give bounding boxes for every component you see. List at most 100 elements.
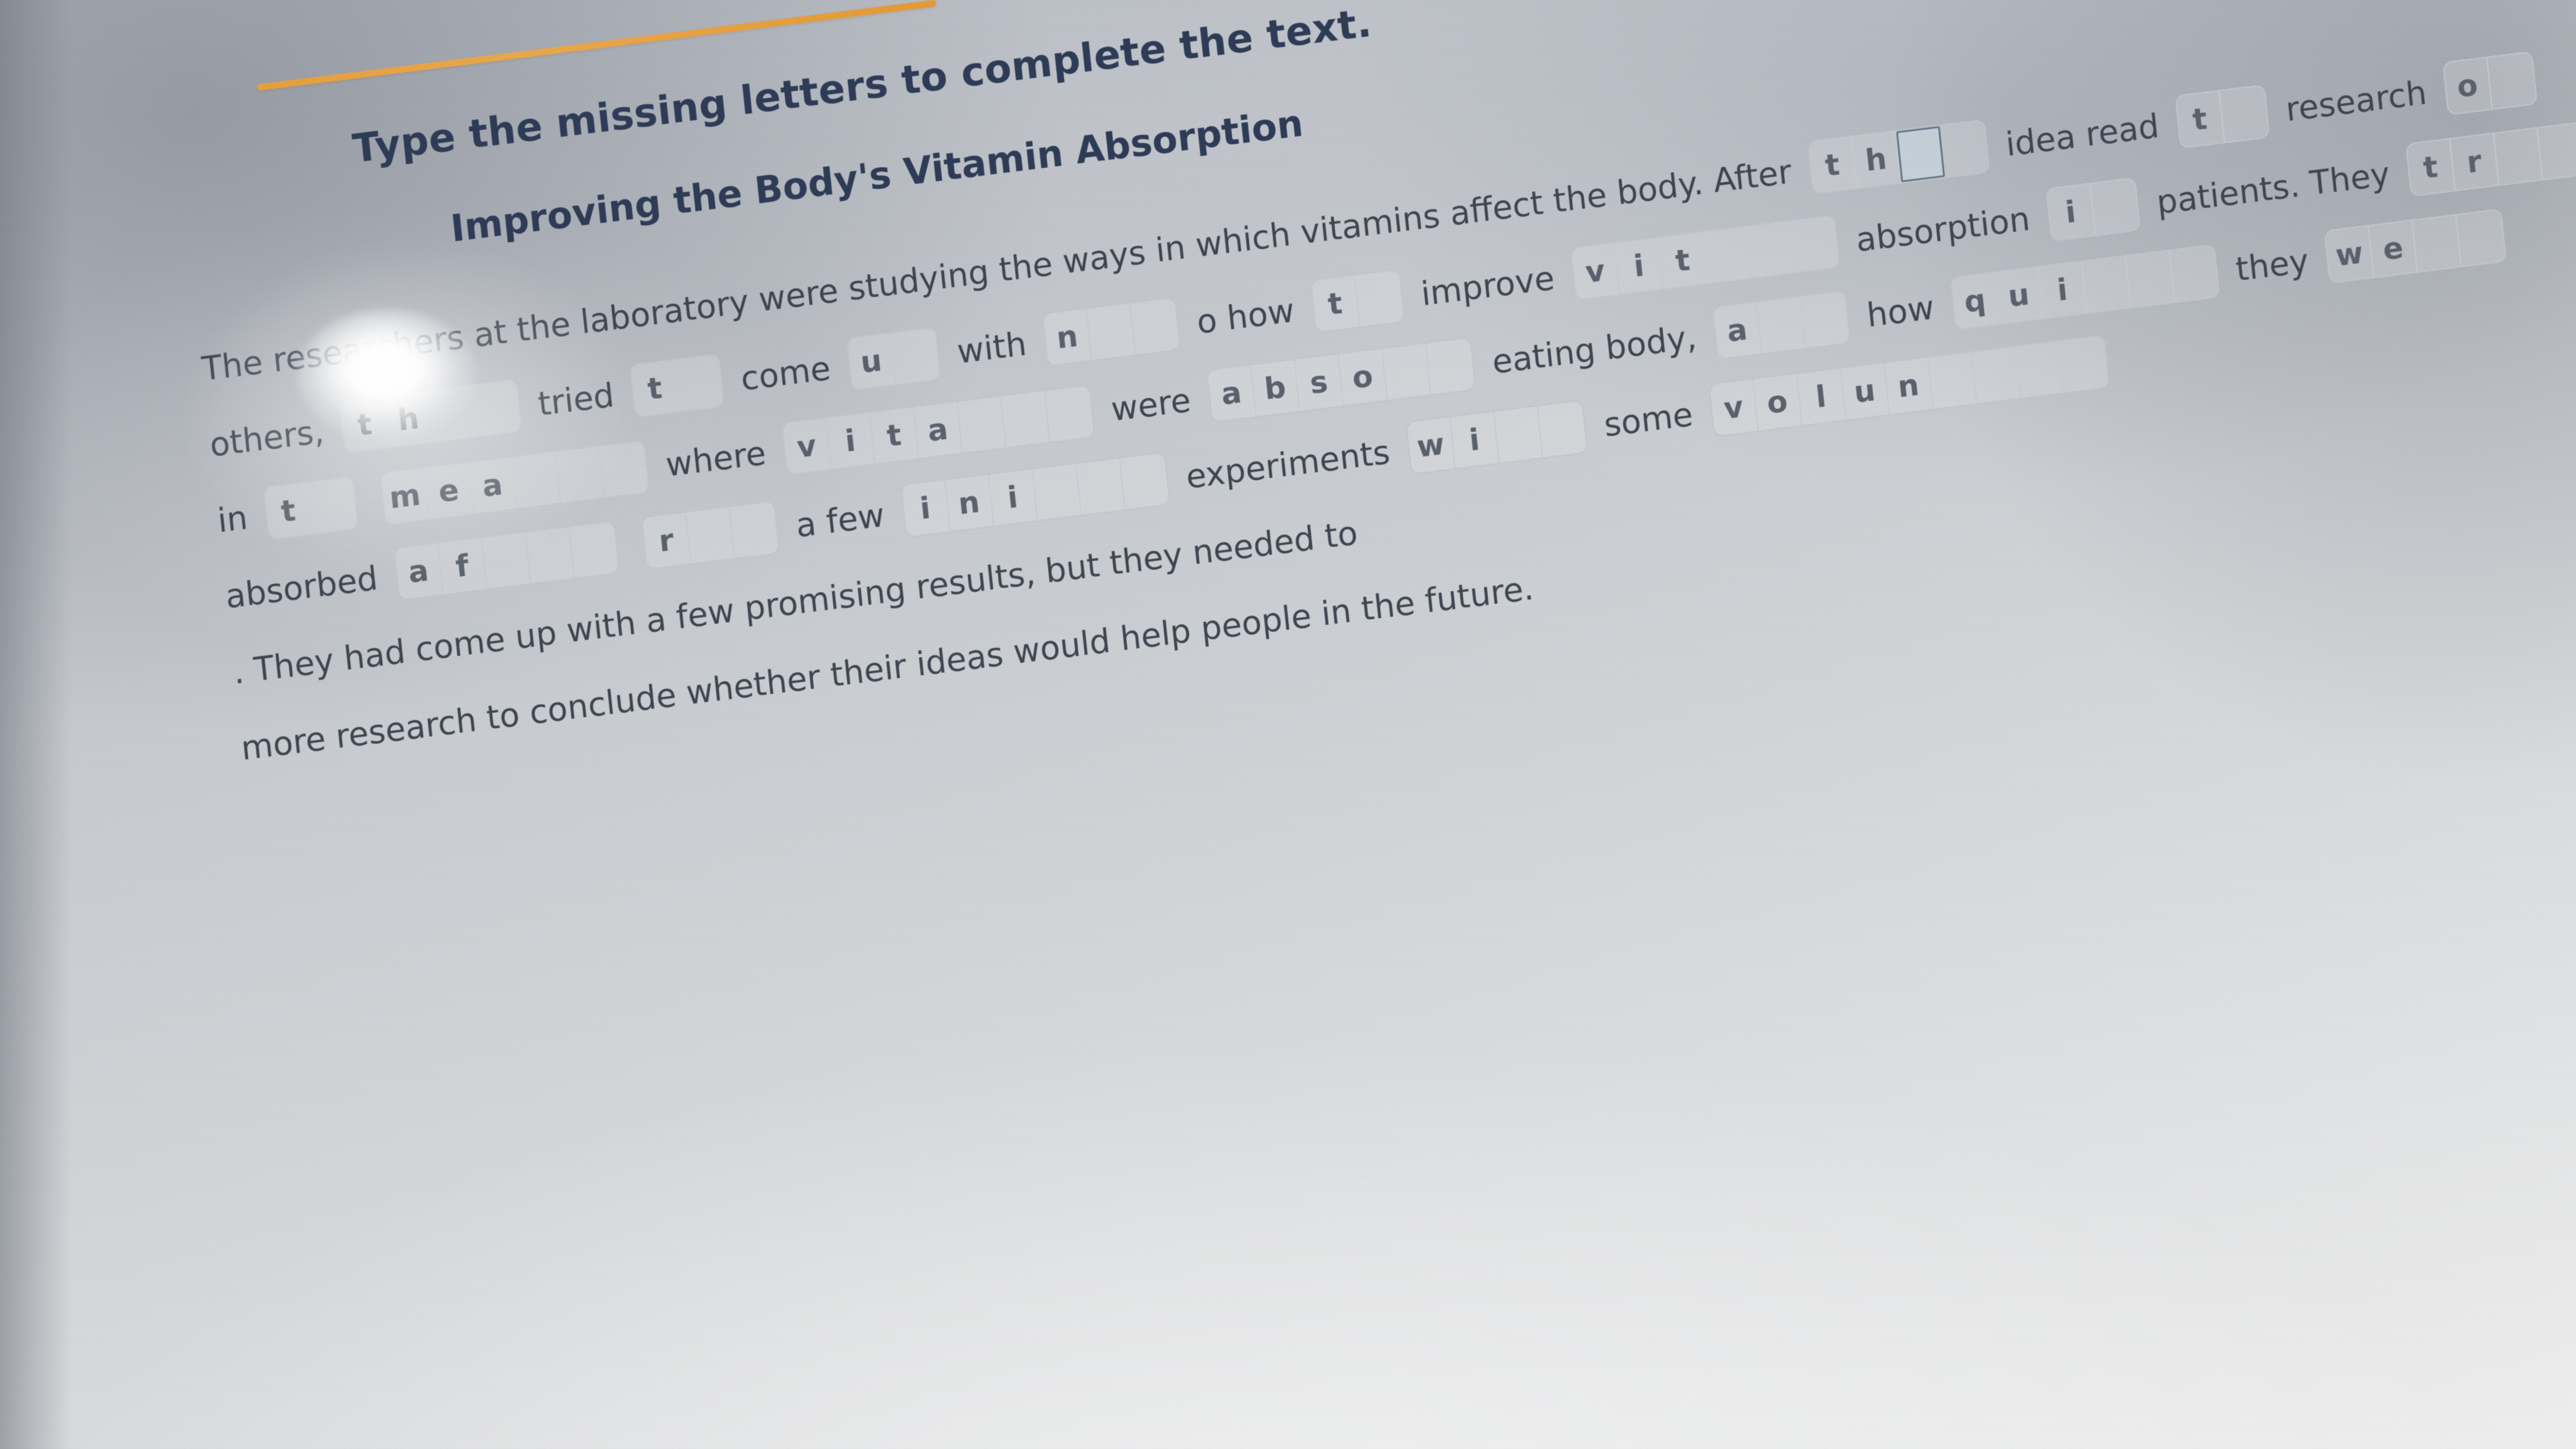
letter-cell-filled[interactable]: n <box>945 474 994 532</box>
letter-cell-filled[interactable]: b <box>1251 360 1301 417</box>
letter-input-group[interactable]: u <box>846 326 942 391</box>
letter-input-group[interactable]: t <box>629 353 725 419</box>
letter-cell-filled[interactable]: a <box>1207 365 1257 422</box>
letter-cell-empty[interactable] <box>1426 338 1475 395</box>
letter-cell-filled[interactable]: i <box>826 413 876 469</box>
letter-cell-empty[interactable] <box>1076 458 1126 515</box>
letter-cell-filled[interactable]: t <box>1659 232 1708 289</box>
letter-input-group[interactable]: t <box>1310 268 1406 333</box>
letter-cell-empty[interactable] <box>2413 215 2462 271</box>
letter-cell-filled[interactable]: a <box>468 457 518 514</box>
letter-cell-filled[interactable]: t <box>870 407 919 464</box>
letter-cell-filled[interactable]: v <box>1571 243 1620 300</box>
letter-cell-empty[interactable] <box>957 396 1007 453</box>
letter-cell-filled[interactable]: t <box>1808 136 1857 193</box>
letter-cell-empty[interactable] <box>526 527 575 583</box>
letter-cell-empty[interactable] <box>482 532 531 589</box>
letter-input-group[interactable]: th <box>339 379 523 454</box>
letter-cell-empty[interactable] <box>1746 221 1796 278</box>
letter-cell-filled[interactable]: a <box>1713 302 1763 359</box>
letter-cell-empty[interactable] <box>1940 120 1988 177</box>
letter-cell-filled[interactable]: r <box>642 512 692 569</box>
letter-cell-empty[interactable] <box>2015 341 2065 398</box>
letter-cell-empty[interactable] <box>308 477 357 534</box>
letter-cell-empty[interactable] <box>599 441 648 498</box>
letter-cell-filled[interactable]: i <box>901 480 951 537</box>
letter-input-group[interactable]: a <box>1712 290 1851 360</box>
letter-cell-filled[interactable]: u <box>1841 363 1890 420</box>
letter-cell-filled[interactable]: w <box>1407 417 1456 474</box>
letter-input-group[interactable]: th <box>1807 119 1990 195</box>
letter-input-group[interactable]: i <box>2045 177 2141 242</box>
letter-cell-empty[interactable] <box>1757 296 1806 354</box>
letter-cell-filled[interactable]: n <box>1884 357 1934 414</box>
letter-cell-filled[interactable]: i <box>2038 261 2088 318</box>
letter-cell-empty[interactable] <box>1702 226 1751 283</box>
letter-cell-filled[interactable]: h <box>384 391 434 448</box>
letter-cell-filled[interactable]: e <box>424 463 474 519</box>
letter-cell-filled[interactable]: t <box>341 396 390 453</box>
letter-input-group[interactable]: tr <box>2405 121 2576 197</box>
letter-cell-empty[interactable] <box>1045 385 1094 442</box>
letter-cell-filled[interactable]: t <box>1311 275 1360 332</box>
letter-cell-empty[interactable] <box>2538 123 2576 179</box>
letter-cell-filled[interactable]: s <box>1295 354 1344 411</box>
letter-cell-filled[interactable]: m <box>381 468 430 525</box>
letter-cell-filled[interactable]: t <box>630 360 680 417</box>
letter-cell-filled[interactable]: o <box>2443 57 2493 114</box>
letter-input-group[interactable]: vit <box>1570 214 1841 301</box>
letter-cell-empty[interactable] <box>1382 343 1432 400</box>
letter-input-group[interactable]: af <box>393 520 620 601</box>
letter-cell-empty[interactable] <box>2126 251 2175 308</box>
letter-cell-empty[interactable] <box>2456 210 2505 266</box>
letter-input-group[interactable]: ini <box>900 451 1170 538</box>
letter-input-group[interactable]: r <box>641 500 780 570</box>
letter-cell-filled[interactable]: h <box>1852 131 1901 188</box>
letter-cell-filled[interactable]: q <box>1951 272 2000 329</box>
letter-input-group[interactable]: t <box>2174 84 2270 149</box>
letter-cell-empty[interactable] <box>555 446 605 503</box>
letter-cell-empty[interactable] <box>686 507 735 564</box>
letter-input-group[interactable]: abso <box>1206 336 1476 423</box>
letter-cell-empty[interactable] <box>2059 336 2108 392</box>
letter-cell-filled[interactable]: a <box>394 543 444 600</box>
letter-input-group[interactable]: vita <box>781 384 1095 476</box>
letter-cell-empty[interactable] <box>730 501 779 558</box>
letter-input-group[interactable]: n <box>1042 296 1181 367</box>
letter-cell-empty[interactable] <box>1972 346 2021 404</box>
letter-input-group[interactable]: mea <box>379 439 650 526</box>
letter-input-group[interactable]: t <box>263 476 359 541</box>
letter-cell-empty[interactable] <box>891 328 940 385</box>
letter-cell-empty[interactable] <box>512 451 561 508</box>
letter-cell-empty[interactable] <box>1538 401 1587 457</box>
letter-input-group[interactable]: qui <box>1950 243 2220 330</box>
letter-cell-filled[interactable]: o <box>1753 374 1803 430</box>
letter-cell-empty[interactable] <box>1131 298 1179 355</box>
letter-cell-empty[interactable] <box>2082 256 2131 313</box>
letter-cell-empty[interactable] <box>2494 128 2543 185</box>
letter-cell-empty[interactable] <box>1494 406 1544 463</box>
letter-cell-filled[interactable]: t <box>2406 139 2456 196</box>
letter-cell-empty[interactable] <box>1120 453 1169 510</box>
letter-cell-empty[interactable] <box>2219 86 2268 142</box>
letter-cell-empty[interactable] <box>1790 216 1839 273</box>
letter-cell-empty[interactable] <box>2090 179 2139 235</box>
letter-cell-filled[interactable]: v <box>782 418 832 475</box>
letter-cell-empty[interactable] <box>428 385 477 442</box>
letter-cell-empty[interactable] <box>1001 391 1051 448</box>
letter-cell-filled[interactable]: u <box>1994 267 2044 324</box>
letter-cell-filled[interactable]: i <box>1615 238 1665 294</box>
letter-cell-filled[interactable]: r <box>2450 133 2500 191</box>
letter-cell-filled[interactable]: i <box>1450 411 1500 469</box>
letter-cell-filled[interactable]: o <box>1338 349 1388 405</box>
letter-cell-empty[interactable] <box>1928 352 1978 409</box>
letter-cell-filled[interactable]: e <box>2369 220 2418 277</box>
letter-cell-filled[interactable]: t <box>2175 90 2225 148</box>
letter-cell-empty[interactable] <box>1355 270 1404 327</box>
letter-cell-empty[interactable] <box>1086 303 1136 360</box>
letter-cell-filled[interactable]: i <box>988 469 1038 526</box>
letter-cell-filled[interactable]: i <box>2046 183 2096 241</box>
letter-cell-empty[interactable] <box>1032 464 1082 520</box>
letter-cell-empty[interactable] <box>2169 245 2218 302</box>
letter-cell-empty[interactable] <box>675 355 723 411</box>
